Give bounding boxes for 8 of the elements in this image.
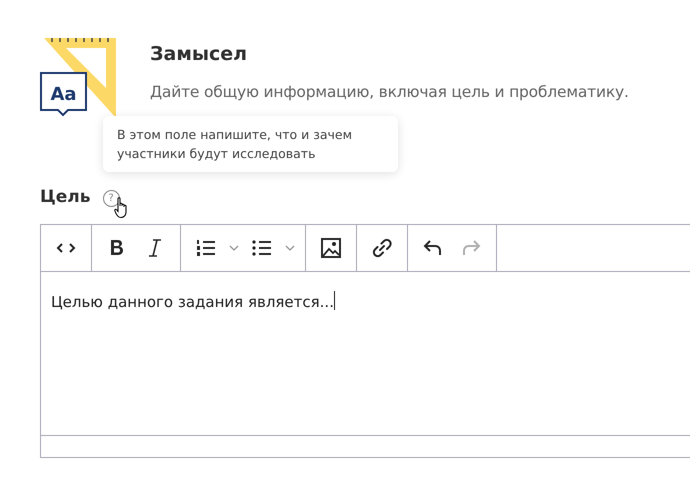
image-icon xyxy=(320,237,342,259)
link-icon xyxy=(371,237,393,259)
editor-text-area[interactable]: Целью данного задания является... xyxy=(41,272,690,435)
numbered-list-icon xyxy=(195,237,217,259)
field-label: Цель xyxy=(40,186,91,210)
tooltip: В этом поле напишите, что и зачем участники будут исследовать xyxy=(103,116,398,172)
section-title: Замысел xyxy=(150,42,248,66)
section-description: Дайте общую информацию, включая цель и проблематику. xyxy=(150,82,629,102)
